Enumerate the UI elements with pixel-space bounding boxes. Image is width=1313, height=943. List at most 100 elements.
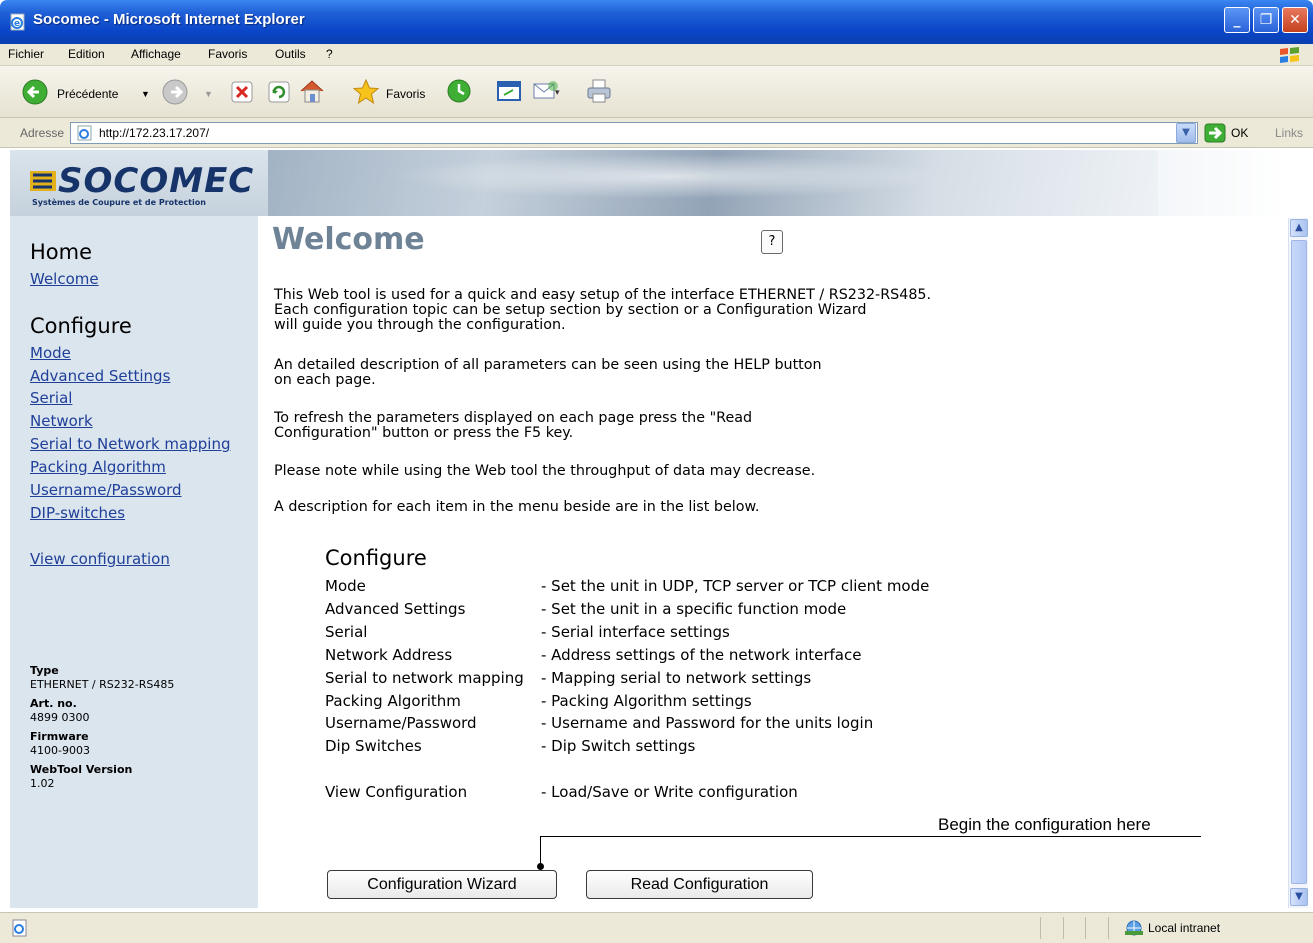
info-artno-value: 4899 0300 bbox=[30, 711, 90, 724]
history-icon[interactable] bbox=[446, 78, 472, 104]
configure-item-name: Packing Algorithm bbox=[325, 692, 461, 710]
banner-image bbox=[268, 150, 1158, 216]
back-label[interactable]: Précédente bbox=[57, 87, 118, 101]
callout-line bbox=[540, 836, 541, 866]
logo-tagline: Systèmes de Coupure et de Protection bbox=[32, 198, 206, 207]
forward-dropdown-icon[interactable]: ▼ bbox=[204, 89, 213, 99]
configure-item-desc: - Set the unit in a specific function mo… bbox=[541, 600, 847, 618]
go-label[interactable]: OK bbox=[1231, 126, 1248, 140]
page-icon bbox=[77, 125, 92, 141]
windows-flag-icon bbox=[1280, 47, 1299, 63]
status-divider bbox=[1040, 917, 1041, 939]
sidebar-item-advanced-settings[interactable]: Advanced Settings bbox=[30, 367, 170, 385]
configure-list-heading: Configure bbox=[325, 546, 427, 570]
status-divider bbox=[1108, 917, 1109, 939]
address-value[interactable]: http://172.23.17.207/ bbox=[99, 126, 209, 140]
print-icon[interactable] bbox=[585, 77, 613, 105]
go-arrow-icon[interactable] bbox=[1204, 123, 1226, 143]
logo[interactable]: SOCOMEC Systèmes de Coupure et de Protec… bbox=[10, 150, 268, 216]
favorites-star-icon[interactable] bbox=[352, 78, 380, 106]
configure-item-desc: - Username and Password for the units lo… bbox=[541, 714, 874, 732]
address-bar: Adresse http://172.23.17.207/ ▼ OK Links bbox=[0, 118, 1313, 148]
sidebar-nav: Home Welcome Configure Mode Advanced Set… bbox=[10, 216, 258, 908]
sidebar-item-serial[interactable]: Serial bbox=[30, 389, 72, 407]
window-title: Socomec - Microsoft Internet Explorer bbox=[33, 11, 305, 28]
menu-favoris[interactable]: Favoris bbox=[208, 47, 247, 61]
minimize-button[interactable]: _ bbox=[1224, 7, 1250, 33]
info-type-value: ETHERNET / RS232-RS485 bbox=[30, 678, 175, 691]
sidebar-item-view-configuration[interactable]: View configuration bbox=[30, 550, 170, 568]
callout-annotation: Begin the configuration here bbox=[938, 815, 1151, 834]
page-viewport: SOCOMEC Systèmes de Coupure et de Protec… bbox=[10, 150, 1288, 908]
info-firmware-value: 4100-9003 bbox=[30, 744, 90, 757]
back-arrow-icon[interactable] bbox=[22, 79, 48, 105]
logo-text: SOCOMEC bbox=[58, 161, 255, 201]
svg-text:▾: ▾ bbox=[555, 88, 560, 98]
configuration-wizard-button[interactable]: Configuration Wizard bbox=[327, 870, 557, 899]
refresh-paragraph: To refresh the parameters displayed on e… bbox=[274, 411, 752, 441]
home-icon[interactable] bbox=[298, 78, 326, 104]
configure-item-name: Advanced Settings bbox=[325, 600, 466, 618]
paragraph-line: Each configuration topic can be setup se… bbox=[274, 302, 867, 318]
configure-item-desc: - Packing Algorithm settings bbox=[541, 692, 752, 710]
sidebar-heading-home: Home bbox=[30, 240, 93, 264]
paragraph-line: This Web tool is used for a quick and ea… bbox=[274, 287, 932, 303]
configure-item-name: Serial bbox=[325, 623, 368, 641]
scrollbar-thumb[interactable] bbox=[1291, 240, 1307, 884]
refresh-icon[interactable] bbox=[268, 81, 290, 103]
info-firmware-label: Firmware bbox=[30, 730, 89, 743]
page-status-icon bbox=[12, 919, 27, 937]
address-dropdown-icon[interactable]: ▼ bbox=[1176, 123, 1196, 143]
info-webtool-value: 1.02 bbox=[30, 777, 55, 790]
menu-fichier[interactable]: Fichier bbox=[8, 47, 44, 61]
sidebar-heading-configure: Configure bbox=[30, 314, 132, 338]
paragraph-line: on each page. bbox=[274, 372, 376, 388]
paragraph-line: To refresh the parameters displayed on e… bbox=[274, 410, 753, 426]
callout-line bbox=[541, 836, 1201, 837]
menu-edition[interactable]: Edition bbox=[68, 47, 105, 61]
stop-icon[interactable] bbox=[231, 81, 253, 103]
help-button[interactable]: ? bbox=[761, 230, 783, 254]
description-paragraph: A description for each item in the menu … bbox=[274, 500, 759, 515]
scroll-down-icon[interactable]: ▼ bbox=[1290, 888, 1308, 906]
back-dropdown-icon[interactable]: ▼ bbox=[141, 89, 150, 99]
view-configuration-item-name: View Configuration bbox=[325, 783, 468, 801]
mail-icon[interactable]: ▾ bbox=[532, 78, 562, 104]
intro-paragraph: This Web tool is used for a quick and ea… bbox=[274, 288, 931, 333]
status-divider bbox=[1085, 917, 1086, 939]
menu-help[interactable]: ? bbox=[326, 47, 333, 61]
maximize-button[interactable]: ❐ bbox=[1253, 7, 1279, 33]
window-icon[interactable] bbox=[496, 80, 522, 102]
title-bar[interactable]: e Socomec - Microsoft Internet Explorer … bbox=[0, 0, 1313, 44]
callout-dot bbox=[537, 863, 544, 870]
sidebar-item-packing-algorithm[interactable]: Packing Algorithm bbox=[30, 458, 166, 476]
configure-item-name: Network Address bbox=[325, 646, 453, 664]
configure-item-desc: - Set the unit in UDP, TCP server or TCP… bbox=[541, 577, 930, 595]
menu-outils[interactable]: Outils bbox=[275, 47, 306, 61]
info-type-label: Type bbox=[30, 664, 59, 677]
close-button[interactable]: ✕ bbox=[1282, 7, 1308, 33]
paragraph-line: An detailed description of all parameter… bbox=[274, 357, 822, 373]
read-configuration-button[interactable]: Read Configuration bbox=[586, 870, 813, 899]
menu-bar: Fichier Edition Affichage Favoris Outils… bbox=[0, 44, 1313, 66]
paragraph-line: will guide you through the configuration… bbox=[274, 317, 566, 333]
scroll-up-icon[interactable]: ▲ bbox=[1290, 219, 1308, 237]
throughput-paragraph: Please note while using the Web tool the… bbox=[274, 464, 815, 479]
favorites-label[interactable]: Favoris bbox=[386, 87, 425, 101]
sidebar-item-username-password[interactable]: Username/Password bbox=[30, 481, 182, 499]
sidebar-item-mode[interactable]: Mode bbox=[30, 344, 71, 362]
sidebar-item-welcome[interactable]: Welcome bbox=[30, 270, 99, 288]
security-zone-label: Local intranet bbox=[1148, 921, 1221, 935]
sidebar-item-dip-switches[interactable]: DIP-switches bbox=[30, 504, 125, 522]
main-content: Welcome ? This Web tool is used for a qu… bbox=[258, 216, 1288, 908]
forward-arrow-icon[interactable] bbox=[162, 79, 188, 105]
page-vertical-scrollbar[interactable]: ▲ ▼ bbox=[1288, 218, 1308, 908]
socomec-mark-icon bbox=[30, 171, 56, 191]
page-banner: SOCOMEC Systèmes de Coupure et de Protec… bbox=[10, 150, 1288, 216]
sidebar-item-serial-to-network-mapping[interactable]: Serial to Network mapping bbox=[30, 435, 230, 453]
links-label[interactable]: Links bbox=[1275, 126, 1303, 140]
menu-affichage[interactable]: Affichage bbox=[131, 47, 181, 61]
sidebar-item-network[interactable]: Network bbox=[30, 412, 93, 430]
address-input[interactable]: http://172.23.17.207/ bbox=[70, 122, 1198, 144]
view-configuration-item-desc: - Load/Save or Write configuration bbox=[541, 783, 798, 801]
